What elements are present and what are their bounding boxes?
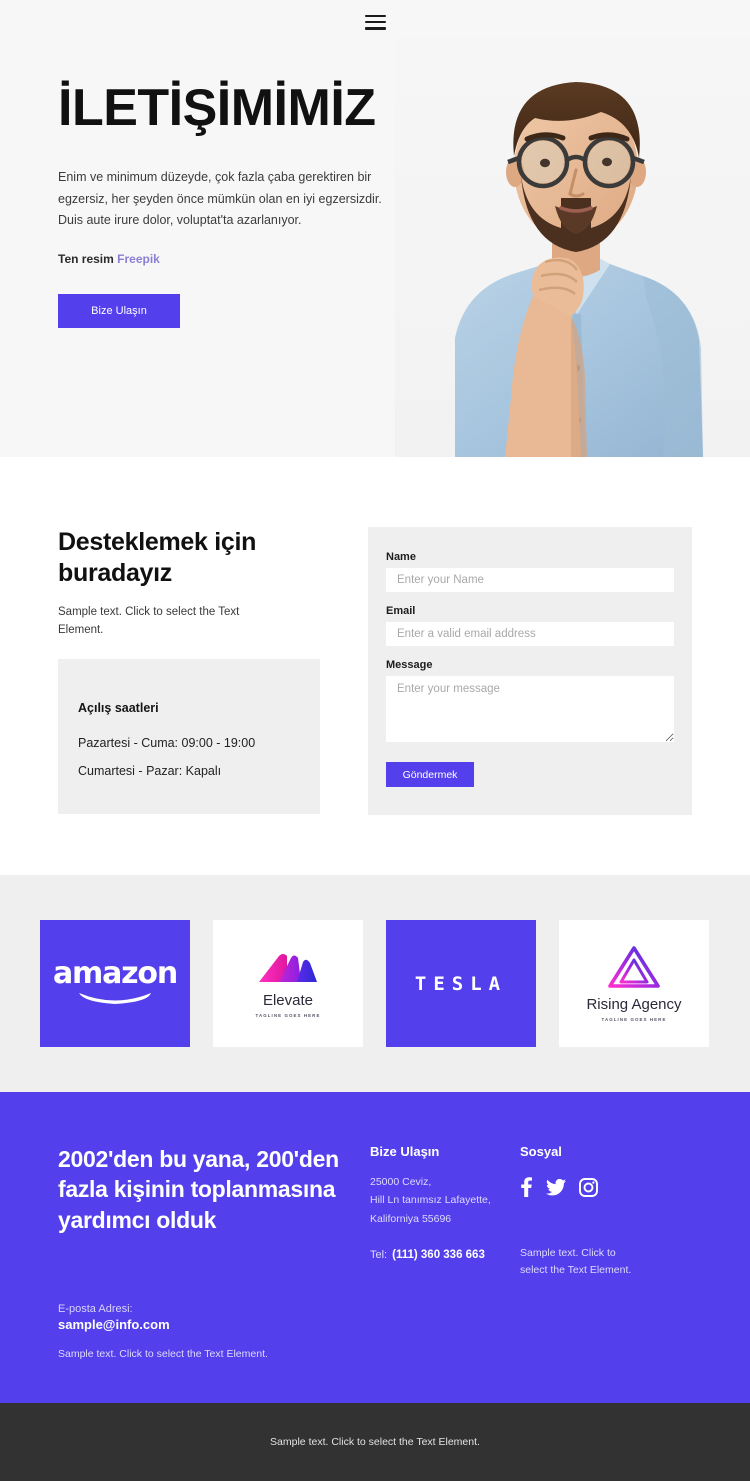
bottom-bar-text: Sample text. Click to select the Text El…: [270, 1435, 480, 1448]
footer-social-note: Sample text. Click to select the Text El…: [520, 1247, 632, 1276]
hero-content: İLETİŞİMİMİZ Enim ve minimum düzeyde, ço…: [0, 0, 420, 328]
burger-line: [364, 20, 386, 24]
image-credit: Ten resim Freepik: [58, 252, 420, 266]
opening-hours-card: Açılış saatleri Pazartesi - Cuma: 09:00 …: [58, 658, 320, 814]
footer-column-social: Sosyal Sample text. Click to select the …: [520, 1144, 692, 1363]
burger-line: [364, 14, 386, 17]
logo-card-amazon[interactable]: amazon: [40, 920, 190, 1047]
top-navigation: [0, 0, 750, 44]
tel-label: Tel:: [370, 1249, 388, 1262]
contact-section: Desteklemek için buradayız Sample text. …: [0, 457, 750, 875]
email-label: Email: [386, 605, 416, 617]
submit-button[interactable]: Göndermek: [386, 762, 474, 787]
footer-email-value[interactable]: sample@info.com: [58, 1317, 352, 1332]
page-title: İLETİŞİMİMİZ: [58, 79, 376, 137]
footer-headline: 2002'den bu yana, 200'den fazla kişinin …: [58, 1146, 339, 1233]
footer-contact-title: Bize Ulaşın: [370, 1144, 440, 1159]
footer-address: 25000 Ceviz, Hill Ln tanımsız Lafayette,…: [370, 1173, 520, 1228]
rising-agency-tagline: TAGLINE GOES HERE: [601, 1016, 667, 1022]
message-label: Message: [386, 659, 433, 671]
footer-note: Sample text. Click to select the Text El…: [58, 1348, 268, 1361]
footer-social-title: Sosyal: [520, 1144, 562, 1159]
site-footer: 2002'den bu yana, 200'den fazla kişinin …: [0, 1092, 750, 1403]
footer-column-contact: Bize Ulaşın 25000 Ceviz, Hill Ln tanımsı…: [370, 1144, 520, 1363]
hero-description: Enim ve minimum düzeyde, çok fazla çaba …: [58, 170, 382, 228]
email-field-group: Email: [386, 605, 674, 646]
image-credit-prefix: Ten resim: [58, 251, 114, 266]
twitter-icon[interactable]: [546, 1178, 566, 1196]
social-links: [520, 1177, 692, 1197]
elevate-tagline: TAGLINE GOES HERE: [255, 1012, 321, 1018]
contact-subtext: Sample text. Click to select the Text El…: [58, 606, 240, 637]
address-line-1: 25000 Ceviz,: [370, 1176, 432, 1188]
hero-image: [395, 38, 750, 457]
contact-info-column: Desteklemek için buradayız Sample text. …: [58, 527, 320, 815]
opening-hours-weekday: Pazartesi - Cuma: 09:00 - 19:00: [78, 735, 256, 750]
message-field-group: Message: [386, 659, 674, 742]
facebook-icon[interactable]: [520, 1177, 533, 1197]
tesla-wordmark: TESLA: [414, 972, 508, 995]
logo-card-tesla[interactable]: TESLA: [386, 920, 536, 1047]
rising-agency-mark-icon: [608, 945, 660, 988]
logo-card-elevate[interactable]: Elevate TAGLINE GOES HERE: [213, 920, 363, 1047]
name-input[interactable]: [386, 568, 674, 592]
opening-hours-weekend: Cumartesi - Pazar: Kapalı: [78, 764, 222, 779]
hamburger-menu-icon[interactable]: [364, 14, 386, 30]
footer-column-about: 2002'den bu yana, 200'den fazla kişinin …: [58, 1144, 370, 1363]
logo-card-rising-agency[interactable]: Rising Agency TAGLINE GOES HERE: [559, 920, 709, 1047]
rising-agency-name: Rising Agency: [586, 995, 682, 1013]
footer-email-label: E-posta Adresi:: [58, 1303, 133, 1316]
address-line-2: Hill Ln tanımsız Lafayette,: [370, 1194, 491, 1207]
contact-form: Name Email Message Göndermek: [368, 527, 692, 815]
contact-heading: Desteklemek için buradayız: [58, 528, 257, 587]
name-field-group: Name: [386, 551, 674, 592]
email-input[interactable]: [386, 622, 674, 646]
message-textarea[interactable]: [386, 676, 674, 742]
hero-section: İLETİŞİMİMİZ Enim ve minimum düzeyde, ço…: [0, 0, 750, 457]
bottom-bar: Sample text. Click to select the Text El…: [0, 1402, 750, 1481]
freepik-link[interactable]: Freepik: [117, 252, 160, 266]
footer-telephone: Tel: (111) 360 336 663: [370, 1249, 520, 1261]
instagram-icon[interactable]: [579, 1177, 598, 1197]
amazon-logo: amazon: [53, 955, 178, 1009]
contact-us-button[interactable]: Bize Ulaşın: [58, 293, 180, 328]
amazon-wordmark: amazon: [53, 955, 178, 991]
elevate-name: Elevate: [262, 991, 314, 1009]
logo-strip: amazon Elevate TAGLINE GOES HERE TESLA R…: [0, 875, 750, 1092]
name-label: Name: [386, 551, 416, 563]
amazon-smile-icon: [78, 992, 151, 1004]
address-line-3: Kaliforniya 55696: [370, 1212, 452, 1225]
burger-line: [364, 27, 386, 30]
tel-value[interactable]: (111) 360 336 663: [392, 1249, 485, 1261]
opening-hours-title: Açılış saatleri: [78, 700, 159, 715]
elevate-mark-icon: [259, 953, 317, 982]
